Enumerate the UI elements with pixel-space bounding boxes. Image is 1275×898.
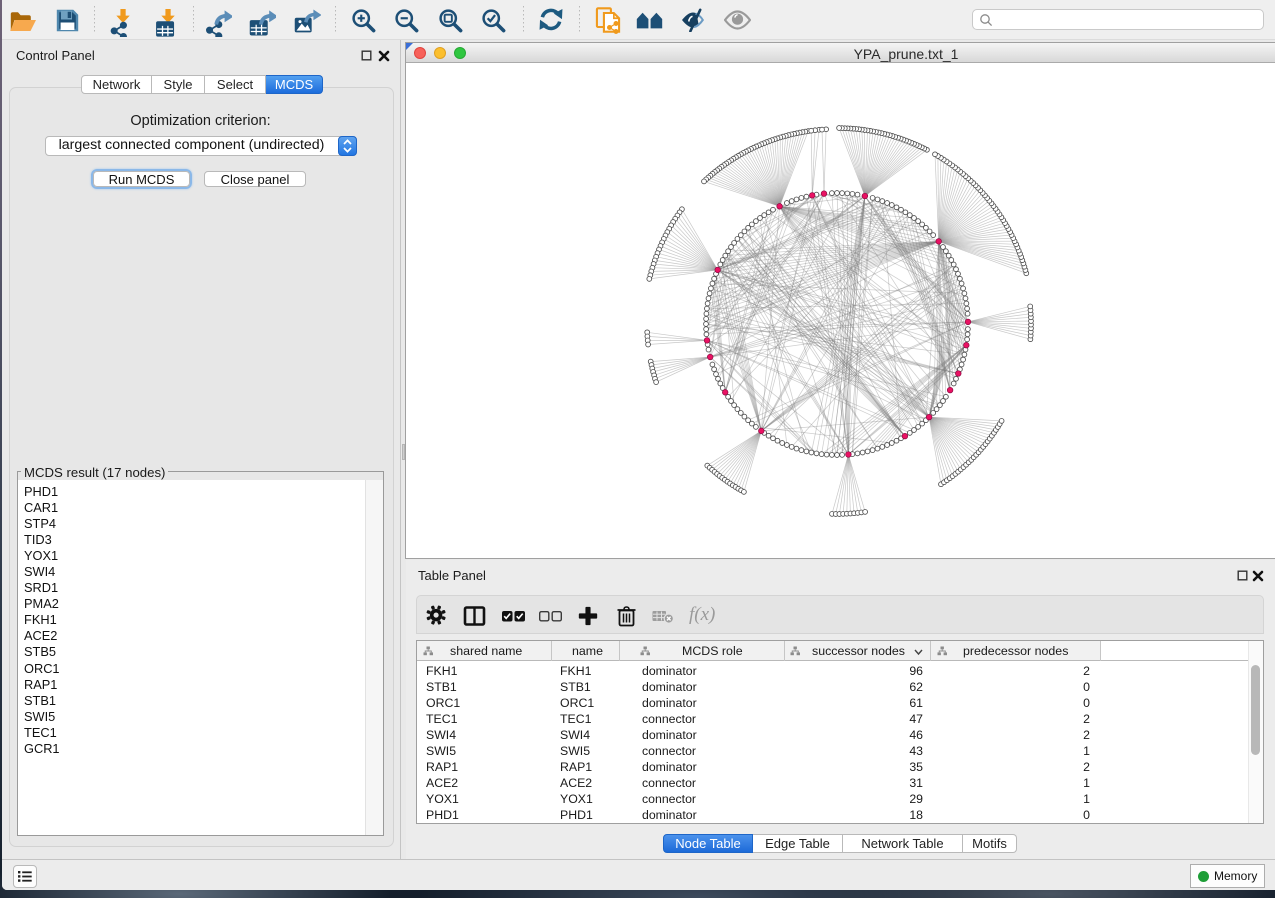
svg-text:f(x): f(x) (689, 604, 715, 625)
